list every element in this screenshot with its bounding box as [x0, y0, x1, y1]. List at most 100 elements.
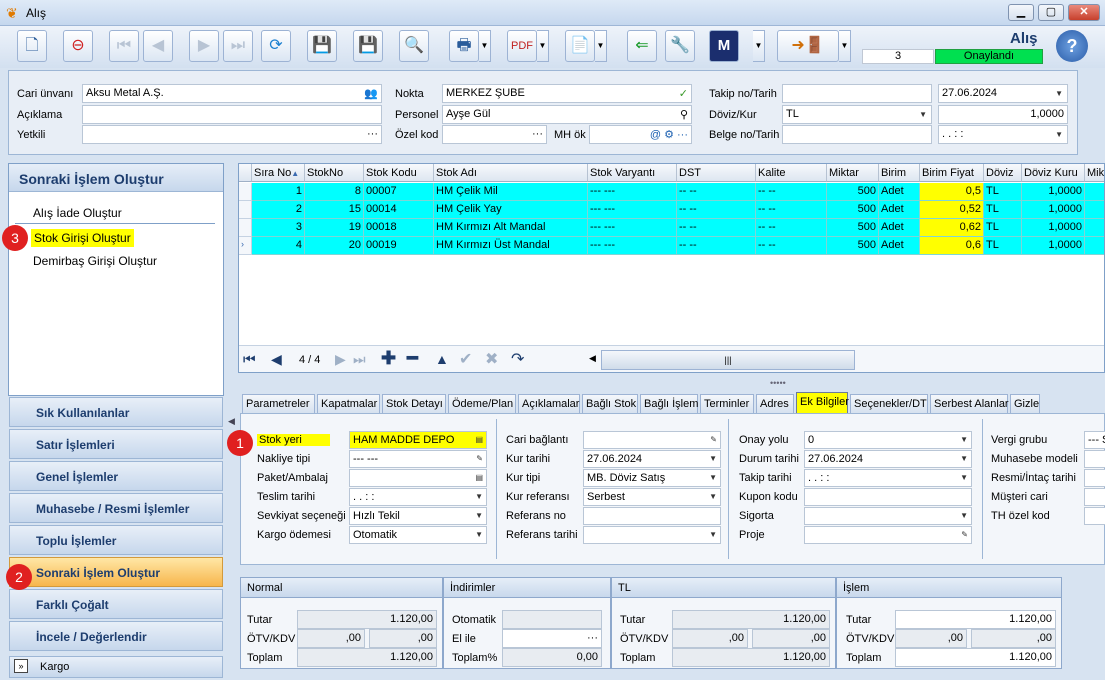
- row-indicator[interactable]: [239, 219, 252, 237]
- belge-no-field[interactable]: [782, 125, 932, 144]
- nav-up-icon[interactable]: ▲: [435, 351, 449, 367]
- col4-field-3[interactable]: [1084, 488, 1105, 506]
- last-record-button[interactable]: ⏭: [223, 30, 253, 62]
- yetkili-field[interactable]: ···: [82, 125, 382, 144]
- takip-date-field[interactable]: 27.06.2024 ▼: [938, 84, 1068, 103]
- nav-remove-icon[interactable]: ━: [407, 348, 418, 369]
- sidebar-group-sik-kullanilanlar[interactable]: Sık Kullanılanlar: [9, 397, 223, 427]
- export-button[interactable]: 📄: [565, 30, 595, 62]
- row-indicator[interactable]: ›: [239, 237, 252, 255]
- grid-cell-miktar[interactable]: 500: [827, 219, 879, 237]
- grid-cell-kod[interactable]: 00014: [364, 201, 434, 219]
- col4-field-4[interactable]: [1084, 507, 1105, 525]
- grid-cell-fiyat[interactable]: 0,6: [920, 237, 984, 255]
- grid-cell-birim[interactable]: Adet: [879, 237, 920, 255]
- new-doc-button[interactable]: 🗋: [17, 30, 47, 62]
- col-birim-fiyat[interactable]: Birim Fiyat: [920, 164, 984, 182]
- col-mik[interactable]: Mik: [1085, 164, 1104, 182]
- currency-select[interactable]: TL ▼: [782, 105, 932, 124]
- col3-field-2[interactable]: . . : : ▼: [804, 469, 972, 487]
- grid-cell-stokno[interactable]: 8: [305, 183, 364, 201]
- grid-cell-kur[interactable]: 1,0000: [1022, 201, 1085, 219]
- col2-field-1[interactable]: 27.06.2024 ▼: [583, 450, 721, 468]
- sidebar-group-muhasebe[interactable]: Muhasebe / Resmi İşlemler: [9, 493, 223, 523]
- grid-cell-kalite[interactable]: -- --: [756, 237, 827, 255]
- tools-button[interactable]: 🔧: [665, 30, 695, 62]
- col-stokno[interactable]: StokNo: [305, 164, 364, 182]
- grid-cell-fiyat[interactable]: 0,5: [920, 183, 984, 201]
- pdf-button[interactable]: PDF: [507, 30, 537, 62]
- nav-cancel-icon[interactable]: ✖: [485, 349, 498, 369]
- preview-button[interactable]: 🔍: [399, 30, 429, 62]
- col4-field-2[interactable]: [1084, 469, 1105, 487]
- grid-cell-miktar[interactable]: 500: [827, 183, 879, 201]
- col2-field-3[interactable]: Serbest ▼: [583, 488, 721, 506]
- col2-field-4[interactable]: [583, 507, 721, 525]
- sidebar-footer-kargo[interactable]: » Kargo: [9, 656, 223, 678]
- col-miktar[interactable]: Miktar: [827, 164, 879, 182]
- grid-cell-kod[interactable]: 00007: [364, 183, 434, 201]
- tab-parametreler[interactable]: Parametreler: [242, 394, 315, 414]
- sidebar-group-satir-islemleri[interactable]: Satır İşlemleri: [9, 429, 223, 459]
- grid-cell-mik[interactable]: [1085, 219, 1104, 237]
- sidebar-group-incele[interactable]: İncele / Değerlendir: [9, 621, 223, 651]
- grid-cell-ad[interactable]: HM Çelik Mil: [434, 183, 588, 201]
- grid-cell-dst[interactable]: -- --: [677, 183, 756, 201]
- belge-date-field[interactable]: . . : : ▼: [938, 125, 1068, 144]
- sidebar-item-stok-girisi[interactable]: Stok Girişi Oluştur: [31, 229, 134, 247]
- grid-cell-sira[interactable]: 2: [252, 201, 305, 219]
- sidebar-group-toplu-islemler[interactable]: Toplu İşlemler: [9, 525, 223, 555]
- grid-cell-birim[interactable]: Adet: [879, 183, 920, 201]
- grid-cell-doviz[interactable]: TL: [984, 183, 1022, 201]
- pdf-dropdown[interactable]: ▼: [537, 30, 549, 62]
- tab-serbest-alanlar[interactable]: Serbest Alanlar: [930, 394, 1009, 414]
- table-row[interactable]: 1 8 00007 HM Çelik Mil --- --- -- -- -- -- 500 A…: [239, 183, 1104, 201]
- grid-cell-ad[interactable]: HM Kırmızı Alt Mandal: [434, 219, 588, 237]
- col1-field-4[interactable]: Hızlı Tekil ▼: [349, 507, 487, 525]
- col-dst[interactable]: DST: [677, 164, 756, 182]
- nav-confirm-icon[interactable]: ✔: [459, 349, 472, 369]
- col-stok-varyanti[interactable]: Stok Varyantı: [588, 164, 677, 182]
- save-button[interactable]: 💾: [307, 30, 337, 62]
- grid-cell-varyant[interactable]: --- ---: [588, 219, 677, 237]
- horizontal-scrollbar-thumb[interactable]: |||: [601, 350, 855, 370]
- nav-refresh-icon[interactable]: ↷: [511, 349, 524, 369]
- prev-record-button[interactable]: ◀: [143, 30, 173, 62]
- col4-field-1[interactable]: [1084, 450, 1105, 468]
- nav-next-icon[interactable]: ▶: [335, 351, 346, 368]
- grid-cell-kod[interactable]: 00018: [364, 219, 434, 237]
- col1-field-3[interactable]: . . : : ▼: [349, 488, 487, 506]
- cancel-save-button[interactable]: 💾: [353, 30, 383, 62]
- grid-cell-miktar[interactable]: 500: [827, 237, 879, 255]
- col2-field-5[interactable]: ▼: [583, 526, 721, 544]
- personel-field[interactable]: Ayşe Gül ⚲: [442, 105, 692, 124]
- close-window-button[interactable]: ✕: [1068, 4, 1100, 21]
- col3-field-5[interactable]: ✎: [804, 526, 972, 544]
- grid-cell-stokno[interactable]: 15: [305, 201, 364, 219]
- grid-cell-birim[interactable]: Adet: [879, 201, 920, 219]
- tab-adres[interactable]: Adres: [756, 394, 794, 414]
- first-record-button[interactable]: ⏮: [109, 30, 139, 62]
- col-kalite[interactable]: Kalite: [756, 164, 827, 182]
- exit-button[interactable]: ➜🚪: [777, 30, 839, 62]
- col2-field-0[interactable]: ✎: [583, 431, 721, 449]
- col2-field-2[interactable]: MB. Döviz Satış ▼: [583, 469, 721, 487]
- tab-ek-bilgiler[interactable]: Ek Bilgiler: [796, 392, 849, 414]
- row-indicator[interactable]: [239, 183, 252, 201]
- grid-cell-kur[interactable]: 1,0000: [1022, 237, 1085, 255]
- grid-cell-doviz[interactable]: TL: [984, 201, 1022, 219]
- print-dropdown[interactable]: ▼: [479, 30, 491, 62]
- grid-cell-ad[interactable]: HM Kırmızı Üst Mandal: [434, 237, 588, 255]
- grid-cell-fiyat[interactable]: 0,52: [920, 201, 984, 219]
- grid-cell-varyant[interactable]: --- ---: [588, 183, 677, 201]
- grid-cell-kalite[interactable]: -- --: [756, 201, 827, 219]
- grid-cell-sira[interactable]: 1: [252, 183, 305, 201]
- grid-cell-ad[interactable]: HM Çelik Yay: [434, 201, 588, 219]
- nokta-field[interactable]: MERKEZ ŞUBE ✓: [442, 84, 692, 103]
- cari-unvani-field[interactable]: Aksu Metal A.Ş. 👥: [82, 84, 382, 103]
- col4-field-0[interactable]: --- S: [1084, 431, 1105, 449]
- tab-bağlı-stok[interactable]: Bağlı Stok: [582, 394, 638, 414]
- grid-cell-varyant[interactable]: --- ---: [588, 237, 677, 255]
- sidebar-group-sonraki-islem[interactable]: Sonraki İşlem Oluştur: [9, 557, 223, 587]
- nav-add-icon[interactable]: ✚: [381, 348, 396, 369]
